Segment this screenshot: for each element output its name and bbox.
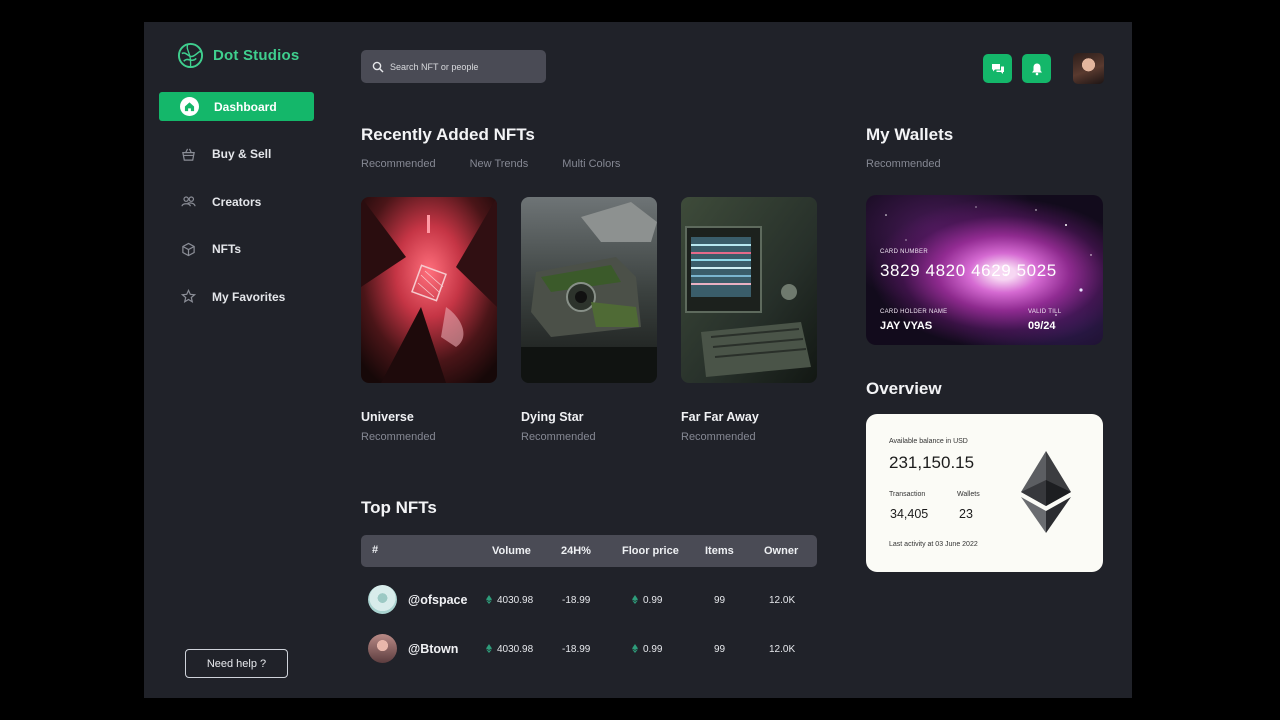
ethereum-icon bbox=[1021, 451, 1071, 533]
sidebar-item-creators[interactable]: Creators bbox=[159, 187, 314, 216]
sidebar-item-my-favorites[interactable]: My Favorites bbox=[159, 282, 314, 311]
row-items: 99 bbox=[714, 644, 726, 655]
row-change: -18.99 bbox=[562, 644, 591, 655]
overview-card: Available balance in USD 231,150.15 Tran… bbox=[866, 414, 1103, 572]
card-holder-label: Card Holder Name bbox=[880, 309, 948, 315]
search-icon bbox=[372, 61, 384, 73]
ethereum-icon bbox=[632, 644, 638, 653]
nft-subtitle: Recommended bbox=[521, 431, 596, 443]
chat-icon bbox=[991, 63, 1004, 74]
user-avatar[interactable] bbox=[1073, 53, 1104, 84]
app-name: Dot Studios bbox=[213, 47, 300, 64]
sidebar-item-buy-sell[interactable]: Buy & Sell bbox=[159, 140, 314, 169]
notifications-button[interactable] bbox=[1022, 54, 1051, 83]
last-activity: Last activity at 03 June 2022 bbox=[889, 541, 978, 548]
need-help-button[interactable]: Need help ? bbox=[185, 649, 288, 678]
balance-value: 231,150.15 bbox=[889, 453, 975, 472]
row-volume: 4030.98 bbox=[486, 595, 533, 606]
ethereum-icon bbox=[632, 595, 638, 604]
card-valid-label: Valid Till bbox=[1028, 309, 1062, 315]
nft-name: Far Far Away bbox=[681, 410, 759, 424]
top-nfts-title: Top NFTs bbox=[361, 498, 437, 517]
top-nfts-table-header: # Volume 24H% Floor price Items Owner bbox=[361, 535, 817, 567]
sidebar-item-label: Buy & Sell bbox=[212, 147, 272, 161]
column-volume[interactable]: Volume bbox=[492, 545, 531, 557]
column-items[interactable]: Items bbox=[705, 545, 734, 557]
nft-card-far-far-away[interactable]: Far Far Away Recommended bbox=[681, 197, 817, 443]
nft-card-dying-star[interactable]: Dying Star Recommended bbox=[521, 197, 657, 443]
wallets-value: 23 bbox=[959, 507, 973, 521]
nft-subtitle: Recommended bbox=[681, 431, 756, 443]
basket-icon bbox=[180, 146, 197, 163]
row-floor-price: 0.99 bbox=[632, 644, 662, 655]
table-row[interactable]: @Btown 4030.98 -18.99 0.99 99 12.0K bbox=[361, 629, 817, 669]
row-floor-price: 0.99 bbox=[632, 595, 662, 606]
card-holder: JAY VYAS bbox=[880, 320, 933, 332]
nft-subtitle: Recommended bbox=[361, 431, 436, 443]
avatar bbox=[368, 585, 397, 614]
wallet-card[interactable]: Card Number 3829 4820 4629 5025 Card Hol… bbox=[866, 195, 1103, 345]
ethereum-icon bbox=[486, 644, 492, 653]
balance-label: Available balance in USD bbox=[889, 438, 968, 445]
cube-icon bbox=[180, 241, 197, 258]
row-change: -18.99 bbox=[562, 595, 591, 606]
sidebar-item-dashboard[interactable]: Dashboard bbox=[159, 92, 314, 121]
overview-title: Overview bbox=[866, 379, 942, 398]
transaction-value: 34,405 bbox=[890, 507, 929, 521]
wallets-label: Wallets bbox=[957, 491, 980, 498]
bell-icon bbox=[1031, 63, 1042, 75]
users-icon bbox=[180, 193, 197, 210]
transaction-label: Transaction bbox=[889, 491, 926, 498]
nft-card-universe[interactable]: Universe Recommended bbox=[361, 197, 497, 443]
row-handle[interactable]: @ofspace bbox=[408, 593, 467, 607]
sidebar-item-label: Creators bbox=[212, 194, 262, 209]
sidebar-item-label: Dashboard bbox=[214, 99, 277, 114]
my-wallets-subtitle: Recommended bbox=[866, 158, 941, 170]
tab-new-trends[interactable]: New Trends bbox=[470, 158, 529, 170]
column-owner[interactable]: Owner bbox=[764, 545, 798, 557]
table-row[interactable]: @ofspace 4030.98 -18.99 0.99 99 12.0K bbox=[361, 580, 817, 620]
ethereum-icon bbox=[486, 595, 492, 604]
nft-image bbox=[681, 197, 817, 383]
row-items: 99 bbox=[714, 595, 726, 606]
search-bar[interactable] bbox=[361, 50, 546, 83]
recent-nfts-tabs: Recommended New Trends Multi Colors bbox=[361, 158, 620, 170]
row-owner: 12.0K bbox=[769, 595, 796, 606]
column-floor-price[interactable]: Floor price bbox=[622, 545, 679, 557]
sidebar-nav: Dashboard Buy & Sell Creators NFTs My Fa… bbox=[159, 92, 314, 330]
nft-image bbox=[361, 197, 497, 383]
card-number: 3829 4820 4629 5025 bbox=[880, 261, 1057, 280]
card-number-label: Card Number bbox=[880, 249, 928, 255]
column-24h-change[interactable]: 24H% bbox=[561, 545, 591, 557]
app-frame: Dot Studios Dashboard Buy & Sell Creator… bbox=[144, 22, 1132, 698]
row-handle[interactable]: @Btown bbox=[408, 642, 458, 656]
row-owner: 12.0K bbox=[769, 644, 796, 655]
recent-nfts-title: Recently Added NFTs bbox=[361, 125, 535, 144]
column-index: # bbox=[372, 544, 379, 556]
search-input[interactable] bbox=[390, 61, 530, 72]
nft-image bbox=[521, 197, 657, 383]
chat-button[interactable] bbox=[983, 54, 1012, 83]
card-valid-date: 09/24 bbox=[1028, 320, 1056, 332]
tab-multi-colors[interactable]: Multi Colors bbox=[562, 158, 620, 170]
row-volume: 4030.98 bbox=[486, 644, 533, 655]
tab-recommended[interactable]: Recommended bbox=[361, 158, 436, 170]
avatar bbox=[368, 634, 397, 663]
logo-globe-icon bbox=[177, 42, 204, 69]
sidebar-item-nfts[interactable]: NFTs bbox=[159, 235, 314, 264]
nft-name: Universe bbox=[361, 410, 414, 424]
home-icon bbox=[180, 97, 199, 116]
my-wallets-title: My Wallets bbox=[866, 125, 954, 144]
logo[interactable]: Dot Studios bbox=[177, 42, 299, 69]
sidebar-item-label: NFTs bbox=[212, 242, 242, 256]
star-icon bbox=[180, 288, 197, 305]
sidebar-item-label: My Favorites bbox=[212, 289, 286, 304]
nft-name: Dying Star bbox=[521, 410, 584, 424]
